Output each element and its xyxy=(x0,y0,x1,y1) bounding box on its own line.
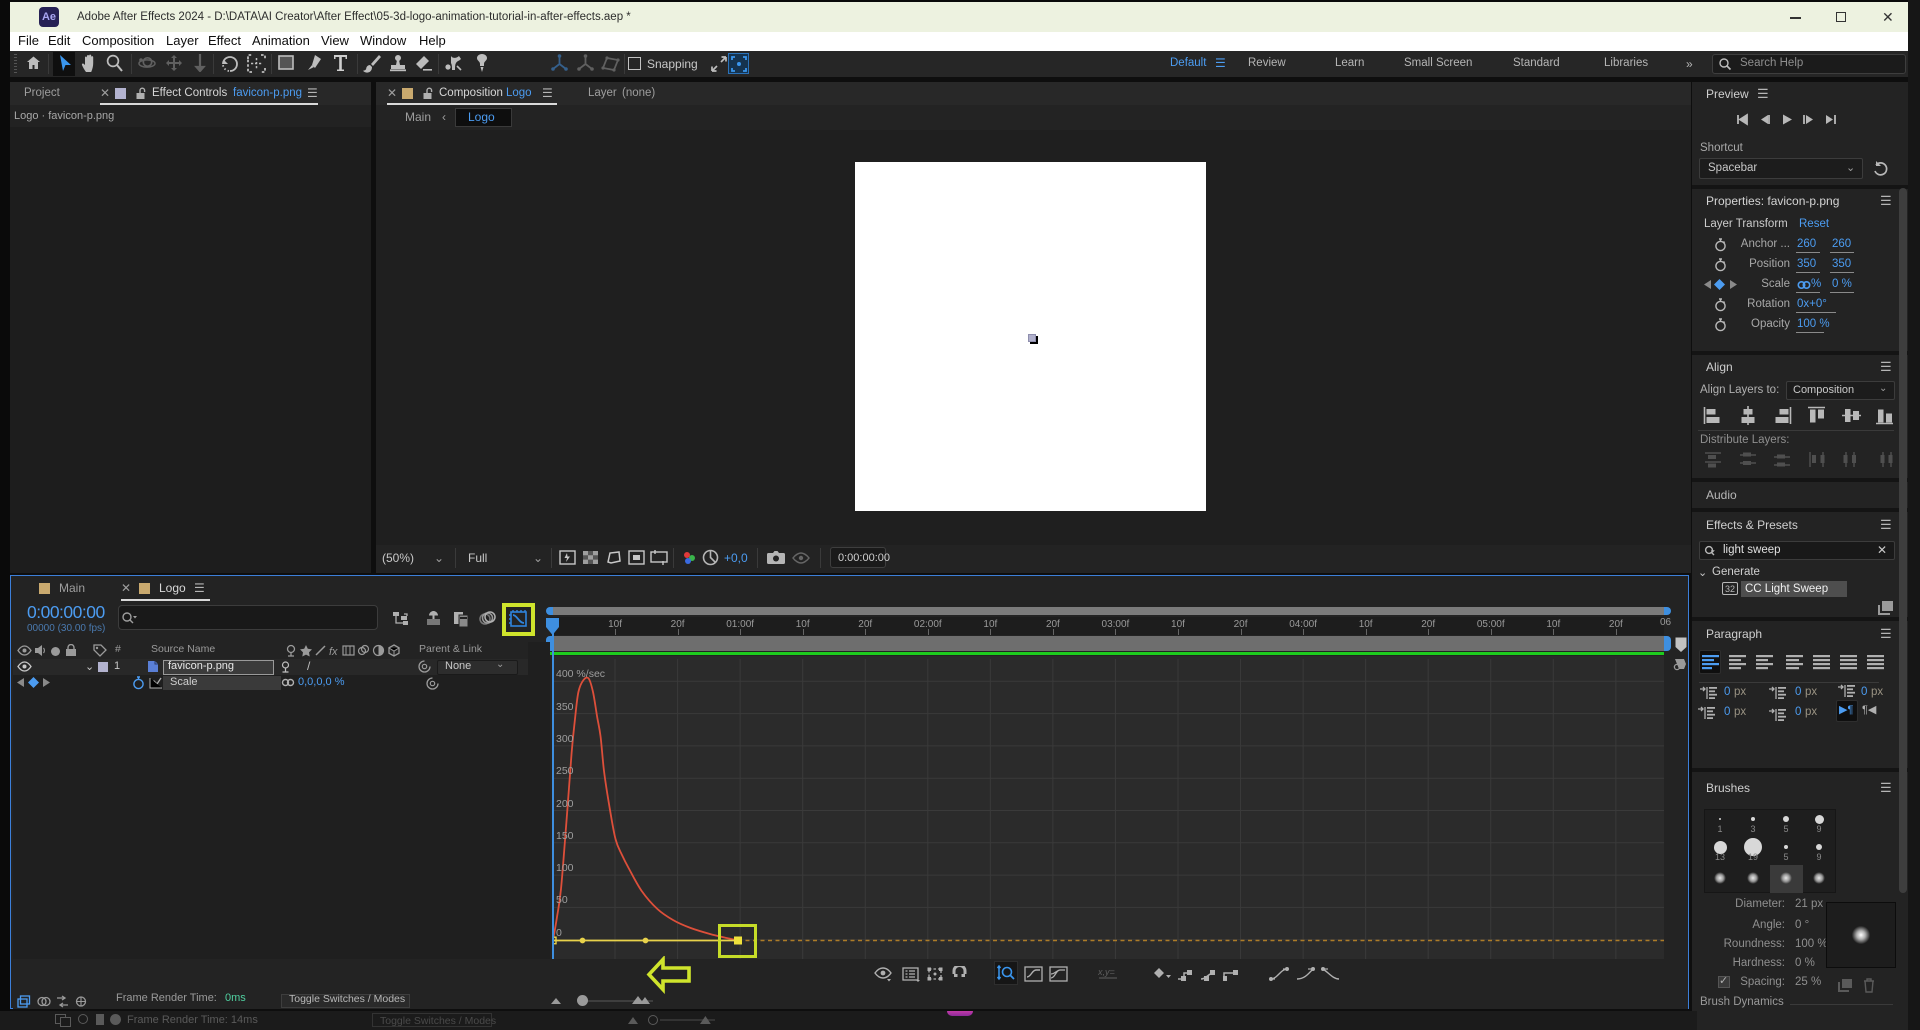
svg-text:fx: fx xyxy=(329,646,338,658)
svg-text:x,y=: x,y= xyxy=(1098,967,1115,977)
